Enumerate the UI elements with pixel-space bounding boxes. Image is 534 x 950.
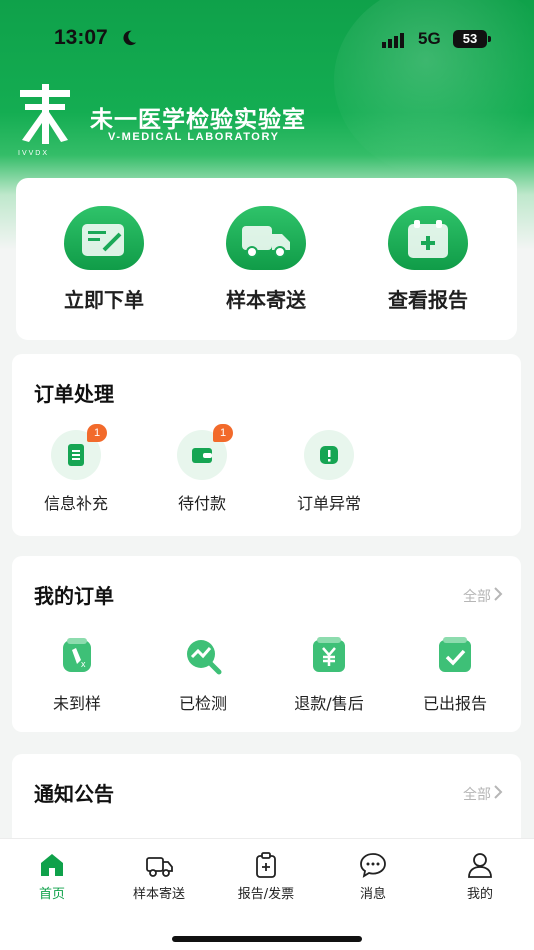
clipboard-icon (256, 852, 276, 878)
badge-count: 1 (87, 424, 107, 442)
order-processing-order-exception[interactable]: 订单异常 (279, 430, 379, 514)
quick-action-place-order[interactable]: 立即下单 (44, 206, 164, 313)
tab-profile[interactable]: 我的 (430, 851, 530, 902)
my-orders-refund[interactable]: 退款/售后 (274, 636, 384, 714)
order-edit-icon (64, 206, 144, 270)
brand-name: 未一医学检验实验室 (90, 107, 306, 133)
truck-icon (146, 857, 173, 877)
logo-subtext: IVVDX (18, 150, 50, 157)
chevron-right-icon[interactable] (493, 587, 503, 601)
tab-label: 报告/发票 (237, 887, 295, 902)
message-icon (360, 853, 386, 878)
view-all-link[interactable]: 全部 (463, 784, 491, 804)
moon-icon (123, 30, 137, 46)
tab-home[interactable]: 首页 (2, 851, 102, 902)
info-doc-icon: 1 (51, 424, 107, 480)
brand-english-name: V-MEDICAL LABORATORY (108, 131, 280, 143)
order-status-label: 已出报告 (422, 694, 487, 713)
tab-sample-delivery[interactable]: 样本寄送 (109, 851, 209, 902)
alert-icon (304, 430, 354, 480)
signal-icon (382, 33, 404, 48)
tab-report-invoice[interactable]: 报告/发票 (216, 851, 316, 902)
my-orders-report-issued[interactable]: 已出报告 (400, 636, 510, 714)
quick-action-view-report[interactable]: 查看报告 (368, 206, 488, 313)
order-item-label: 订单异常 (296, 494, 361, 513)
my-orders-card: 我的订单 全部 x 未到样 已检测 退款/售后 已出报告 (12, 556, 521, 732)
order-status-label: 已检测 (178, 694, 227, 713)
quick-action-label: 样本寄送 (226, 288, 306, 312)
tube-cancel-icon: x (57, 636, 97, 676)
order-item-label: 待付款 (177, 494, 226, 513)
banner-decoration (334, 0, 534, 180)
tab-label: 样本寄送 (132, 887, 185, 902)
report-icon (388, 206, 468, 270)
order-status-label: 未到样 (52, 694, 101, 713)
chevron-right-icon[interactable] (493, 785, 503, 799)
network-type: 5G (418, 29, 441, 48)
chart-search-icon (183, 636, 223, 676)
battery-indicator: 53 (453, 30, 491, 48)
my-orders-tested[interactable]: 已检测 (148, 636, 258, 714)
quick-action-sample-delivery[interactable]: 样本寄送 (206, 206, 326, 313)
tab-label: 我的 (466, 887, 493, 902)
section-title: 订单处理 (34, 382, 114, 406)
order-status-label: 退款/售后 (294, 694, 364, 713)
user-icon (468, 853, 492, 878)
check-report-icon (435, 636, 475, 676)
svg-text:x: x (81, 659, 86, 669)
quick-action-label: 立即下单 (64, 288, 144, 312)
order-item-label: 信息补充 (43, 494, 108, 513)
status-time: 13:07 (54, 26, 108, 49)
badge-count: 1 (213, 424, 233, 442)
logo-icon (20, 84, 70, 144)
home-icon (41, 854, 63, 876)
section-title: 通知公告 (34, 782, 114, 806)
quick-actions-card: 立即下单 样本寄送 查看报告 (16, 178, 517, 340)
refund-icon (309, 636, 349, 676)
home-indicator (172, 936, 362, 942)
section-title: 我的订单 (34, 584, 114, 608)
view-all-link[interactable]: 全部 (463, 586, 491, 606)
order-processing-info-supplement[interactable]: 1 信息补充 (26, 424, 126, 514)
quick-action-label: 查看报告 (388, 288, 468, 312)
truck-icon (226, 206, 306, 270)
tab-messages[interactable]: 消息 (323, 851, 423, 902)
tab-label: 消息 (359, 887, 386, 902)
tab-label: 首页 (38, 887, 65, 902)
order-processing-card: 订单处理 1 信息补充 1 待付款 订单异常 (12, 354, 521, 536)
bottom-tab-bar: 首页 样本寄送 报告/发票 消息 我的 (0, 838, 534, 950)
wallet-icon: 1 (177, 424, 233, 480)
my-orders-not-arrived[interactable]: x 未到样 (22, 636, 132, 714)
order-processing-pending-payment[interactable]: 1 待付款 (152, 424, 252, 514)
